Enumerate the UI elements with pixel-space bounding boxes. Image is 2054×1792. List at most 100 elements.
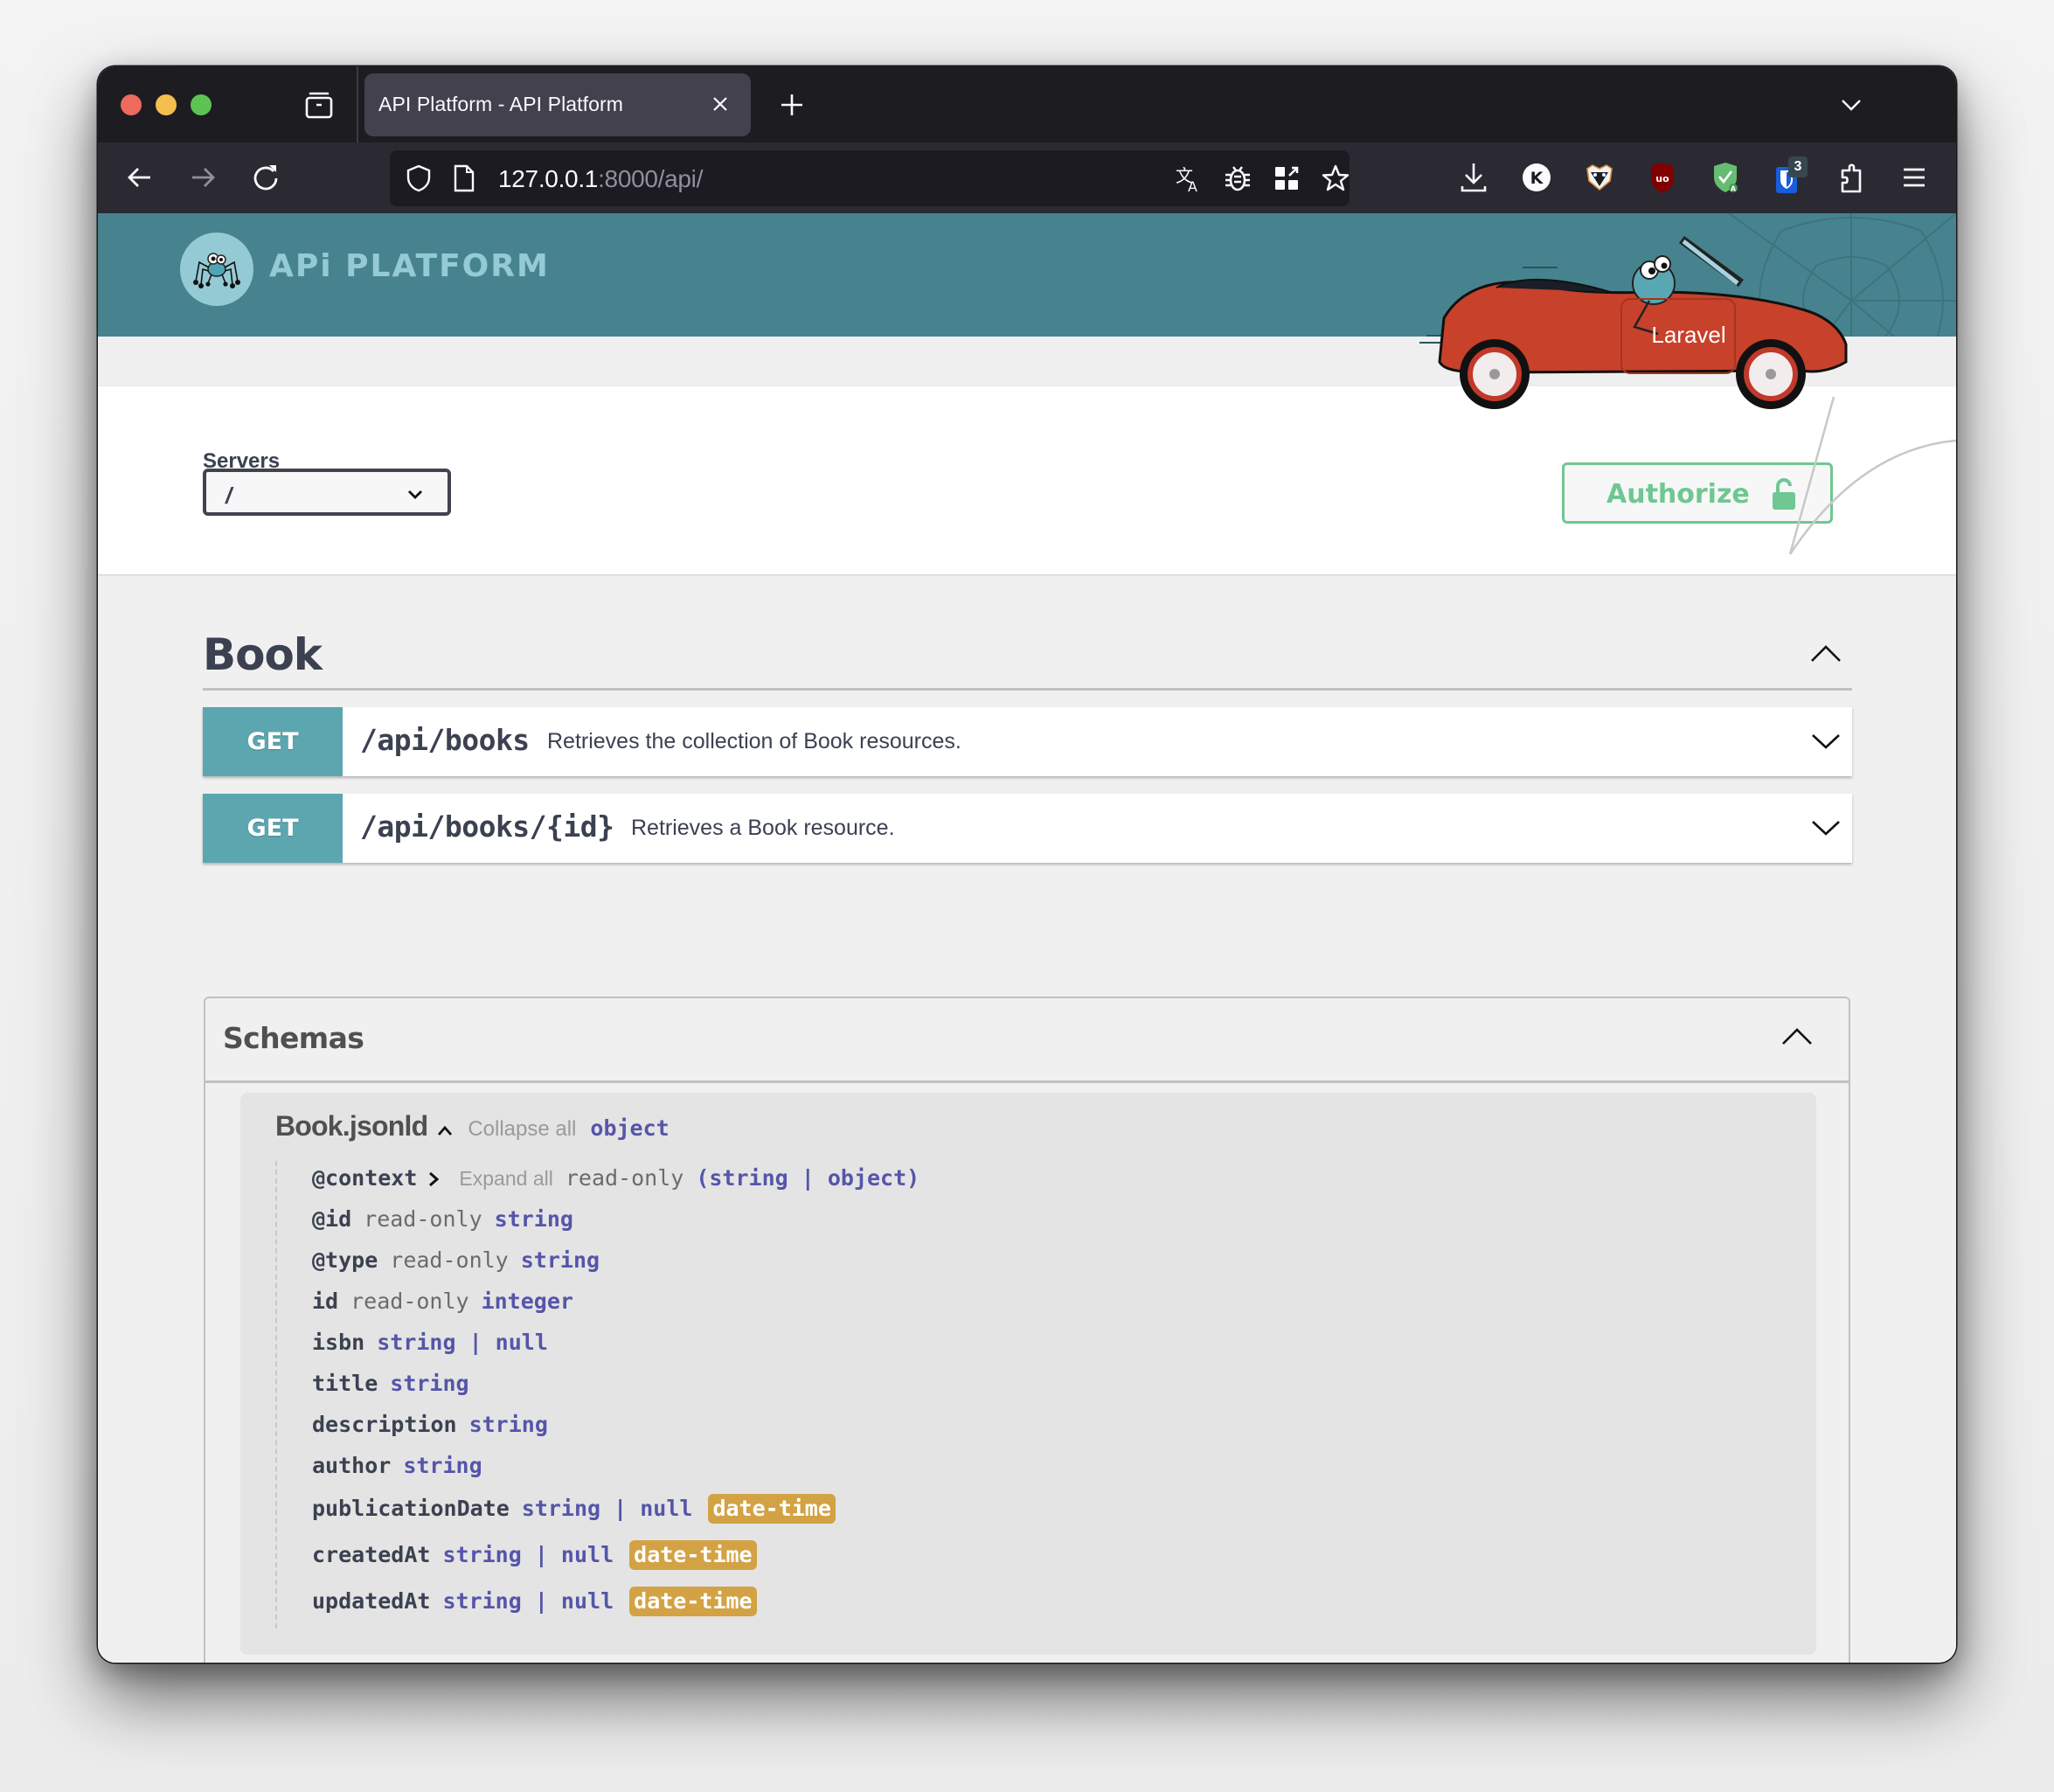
schemas-title: Schemas [223,1021,364,1055]
chevron-up-icon[interactable] [1808,642,1843,666]
property-name: createdAt [312,1542,431,1567]
privacy-badger-icon[interactable] [1582,160,1617,195]
qr-code-icon[interactable] [1271,163,1302,194]
property-name: @type [312,1247,378,1273]
adguard-icon[interactable]: A [1708,160,1743,195]
property-row: createdAt string | null date-time [277,1536,1763,1582]
property-type: string [403,1453,482,1478]
property-type: string | null [442,1588,614,1614]
property-type: string [494,1206,573,1232]
property-type: (string | object) [696,1165,920,1191]
property-name: @context [312,1165,418,1191]
model-header: Book.jsonld Collapse all object [275,1110,670,1145]
property-name: isbn [312,1330,365,1355]
minimize-window-button[interactable] [156,94,177,115]
tag-title: Book [203,629,323,680]
property-type: string [390,1371,469,1396]
model-book-jsonld: Book.jsonld Collapse all object @context Ex… [240,1093,1816,1655]
property-row: @context Expand all read-only (string | obj… [277,1161,1763,1202]
property-name: updatedAt [312,1588,431,1614]
api-platform-logo[interactable] [180,233,253,306]
puzzle-extensions-icon[interactable] [1834,160,1869,195]
chevron-up-icon[interactable] [436,1124,454,1136]
page-content: APi PLATFORM Servers / Authorize Laravel… [98,213,1956,1663]
property-row: @type read-only string [277,1243,1763,1284]
operation-path: /api/books [360,723,530,757]
logo-text: APi PLATFORM [269,248,550,284]
tag-header[interactable]: Book [203,624,1852,691]
tag-section-book: Book GET /api/books Retrieves the collec… [203,624,1852,863]
property-type: string [520,1247,600,1273]
ublock-origin-icon[interactable]: uo [1645,160,1680,195]
method-badge: GET [203,794,343,863]
property-readonly: read-only [364,1206,482,1232]
chevron-down-icon[interactable] [1810,730,1842,753]
operation-path: /api/books/{id} [360,809,614,844]
close-tab-icon[interactable] [709,93,732,115]
svg-text:uo: uo [1655,173,1669,184]
property-name: publicationDate [312,1496,510,1521]
operation-get-books[interactable]: GET /api/books Retrieves the collection … [203,707,1852,776]
property-name: description [312,1412,457,1437]
url-path: :8000/api/ [598,165,704,192]
reload-icon[interactable] [250,162,281,193]
operation-summary: Retrieves a Book resource. [631,816,895,840]
close-window-button[interactable] [121,94,142,115]
chevron-right-icon[interactable] [427,1170,440,1188]
tracking-protection-shield-icon[interactable] [406,164,432,192]
k-extension-icon[interactable]: K [1519,160,1554,195]
tab-title: API Platform - API Platform [378,93,624,115]
property-readonly: read-only [565,1165,684,1191]
property-name: title [312,1371,378,1396]
bookmark-star-icon[interactable] [1320,163,1351,194]
servers-select[interactable]: / [203,469,451,516]
property-type: string | null [442,1542,614,1567]
property-row: updatedAt string | null date-time [277,1582,1763,1629]
tabs-overview-icon[interactable] [304,90,334,120]
format-badge: date-time [708,1494,836,1524]
plus-icon[interactable] [776,89,808,121]
page-icon [454,164,475,192]
schemas-header[interactable]: Schemas [205,998,1849,1083]
url-bar[interactable]: 127.0.0.1:8000/api/ 文 A [390,150,1350,206]
bitwarden-badge: 3 [1788,156,1808,177]
tab-api-platform[interactable]: API Platform - API Platform [364,73,751,136]
chevron-down-icon[interactable] [1839,93,1863,117]
expand-all-link[interactable]: Expand all [459,1167,552,1190]
property-type: string | null [521,1496,693,1521]
property-type: integer [481,1288,573,1314]
chevron-down-icon [408,490,422,499]
url-host: 127.0.0.1 [498,165,599,192]
model-name[interactable]: Book.jsonld [275,1110,428,1142]
chevron-down-icon[interactable] [1810,816,1842,839]
servers-selected-value: / [226,483,232,509]
operation-summary: Retrieves the collection of Book resourc… [547,729,961,754]
car-label: Laravel [1651,322,1725,348]
spider-mascot-icon [193,253,240,288]
property-row: description string [277,1407,1763,1448]
property-row: publicationDate string | null date-time [277,1490,1763,1536]
chevron-up-icon[interactable] [1780,1026,1814,1047]
arrow-right-icon[interactable] [187,162,219,193]
collapse-all-link[interactable]: Collapse all [468,1117,576,1141]
property-row: author string [277,1448,1763,1490]
url-text[interactable]: 127.0.0.1:8000/api/ [498,165,703,193]
property-name: author [312,1453,392,1478]
property-row: id read-only integer [277,1284,1763,1325]
translate-icon[interactable]: 文 A [1173,163,1204,194]
arrow-left-icon[interactable] [124,162,156,193]
browser-window: API Platform - API Platform 127.0.0.1:80… [98,66,1956,1663]
method-badge: GET [203,707,343,776]
hamburger-menu-icon[interactable] [1897,160,1932,195]
svg-text:A: A [1188,178,1197,194]
bug-icon[interactable] [1222,163,1253,194]
format-badge: date-time [629,1587,757,1616]
property-list: @context Expand all read-only (string | obj… [275,1161,1763,1629]
tab-separator [357,66,358,142]
authorize-label: Authorize [1606,479,1750,510]
operation-get-book-by-id[interactable]: GET /api/books/{id} Retrieves a Book res… [203,794,1852,863]
zoom-window-button[interactable] [191,94,212,115]
download-icon[interactable] [1456,160,1491,195]
property-type: string [468,1412,548,1437]
property-row: @id read-only string [277,1202,1763,1243]
